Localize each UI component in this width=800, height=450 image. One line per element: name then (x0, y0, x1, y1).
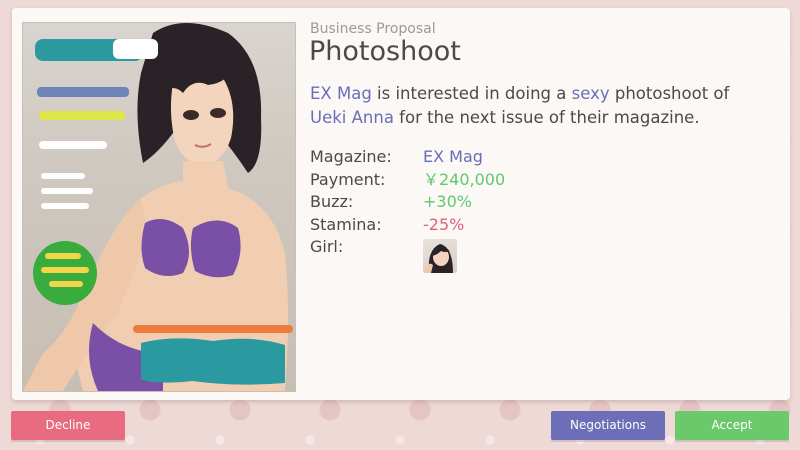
proposal-title: Photoshoot (309, 36, 461, 67)
girl-name: Ueki Anna (310, 108, 394, 127)
proposal-details: Magazine: EX Mag Payment: ￥240,000 Buzz:… (310, 146, 505, 273)
payment-value: ￥240,000 (423, 169, 506, 189)
girl-label: Girl: (310, 237, 344, 256)
proposal-description: EX Mag is interested in doing a sexy pho… (310, 82, 770, 130)
stamina-label: Stamina: (310, 214, 382, 234)
magazine-value: EX Mag (423, 147, 483, 166)
detail-row-girl: Girl: (310, 236, 505, 273)
girl-portrait-icon[interactable] (423, 239, 457, 273)
description-text-3: for the next issue of their magazine. (393, 108, 700, 127)
magazine-cover-image (22, 22, 296, 392)
buzz-label: Buzz: (310, 192, 354, 211)
payment-label: Payment: (310, 169, 386, 189)
detail-row-magazine: Magazine: EX Mag (310, 146, 505, 169)
accept-button[interactable]: Accept (675, 411, 789, 440)
girl-portrait-illustration (423, 244, 453, 273)
photoshoot-type: sexy (571, 84, 610, 103)
magazine-label: Magazine: (310, 147, 392, 166)
detail-row-buzz: Buzz: +30% (310, 191, 505, 214)
negotiations-button[interactable]: Negotiations (551, 411, 665, 440)
description-text-2: photoshoot of (609, 84, 730, 103)
magazine-cover-illustration (23, 23, 293, 391)
decline-button[interactable]: Decline (11, 411, 125, 440)
company-name: EX Mag (310, 84, 372, 103)
proposal-category: Business Proposal (310, 21, 436, 37)
buzz-value: +30% (423, 192, 472, 211)
stamina-value: -25% (423, 214, 465, 234)
description-text-1: is interested in doing a (371, 84, 572, 103)
detail-row-stamina: Stamina: -25% (310, 214, 505, 237)
detail-row-payment: Payment: ￥240,000 (310, 169, 505, 192)
